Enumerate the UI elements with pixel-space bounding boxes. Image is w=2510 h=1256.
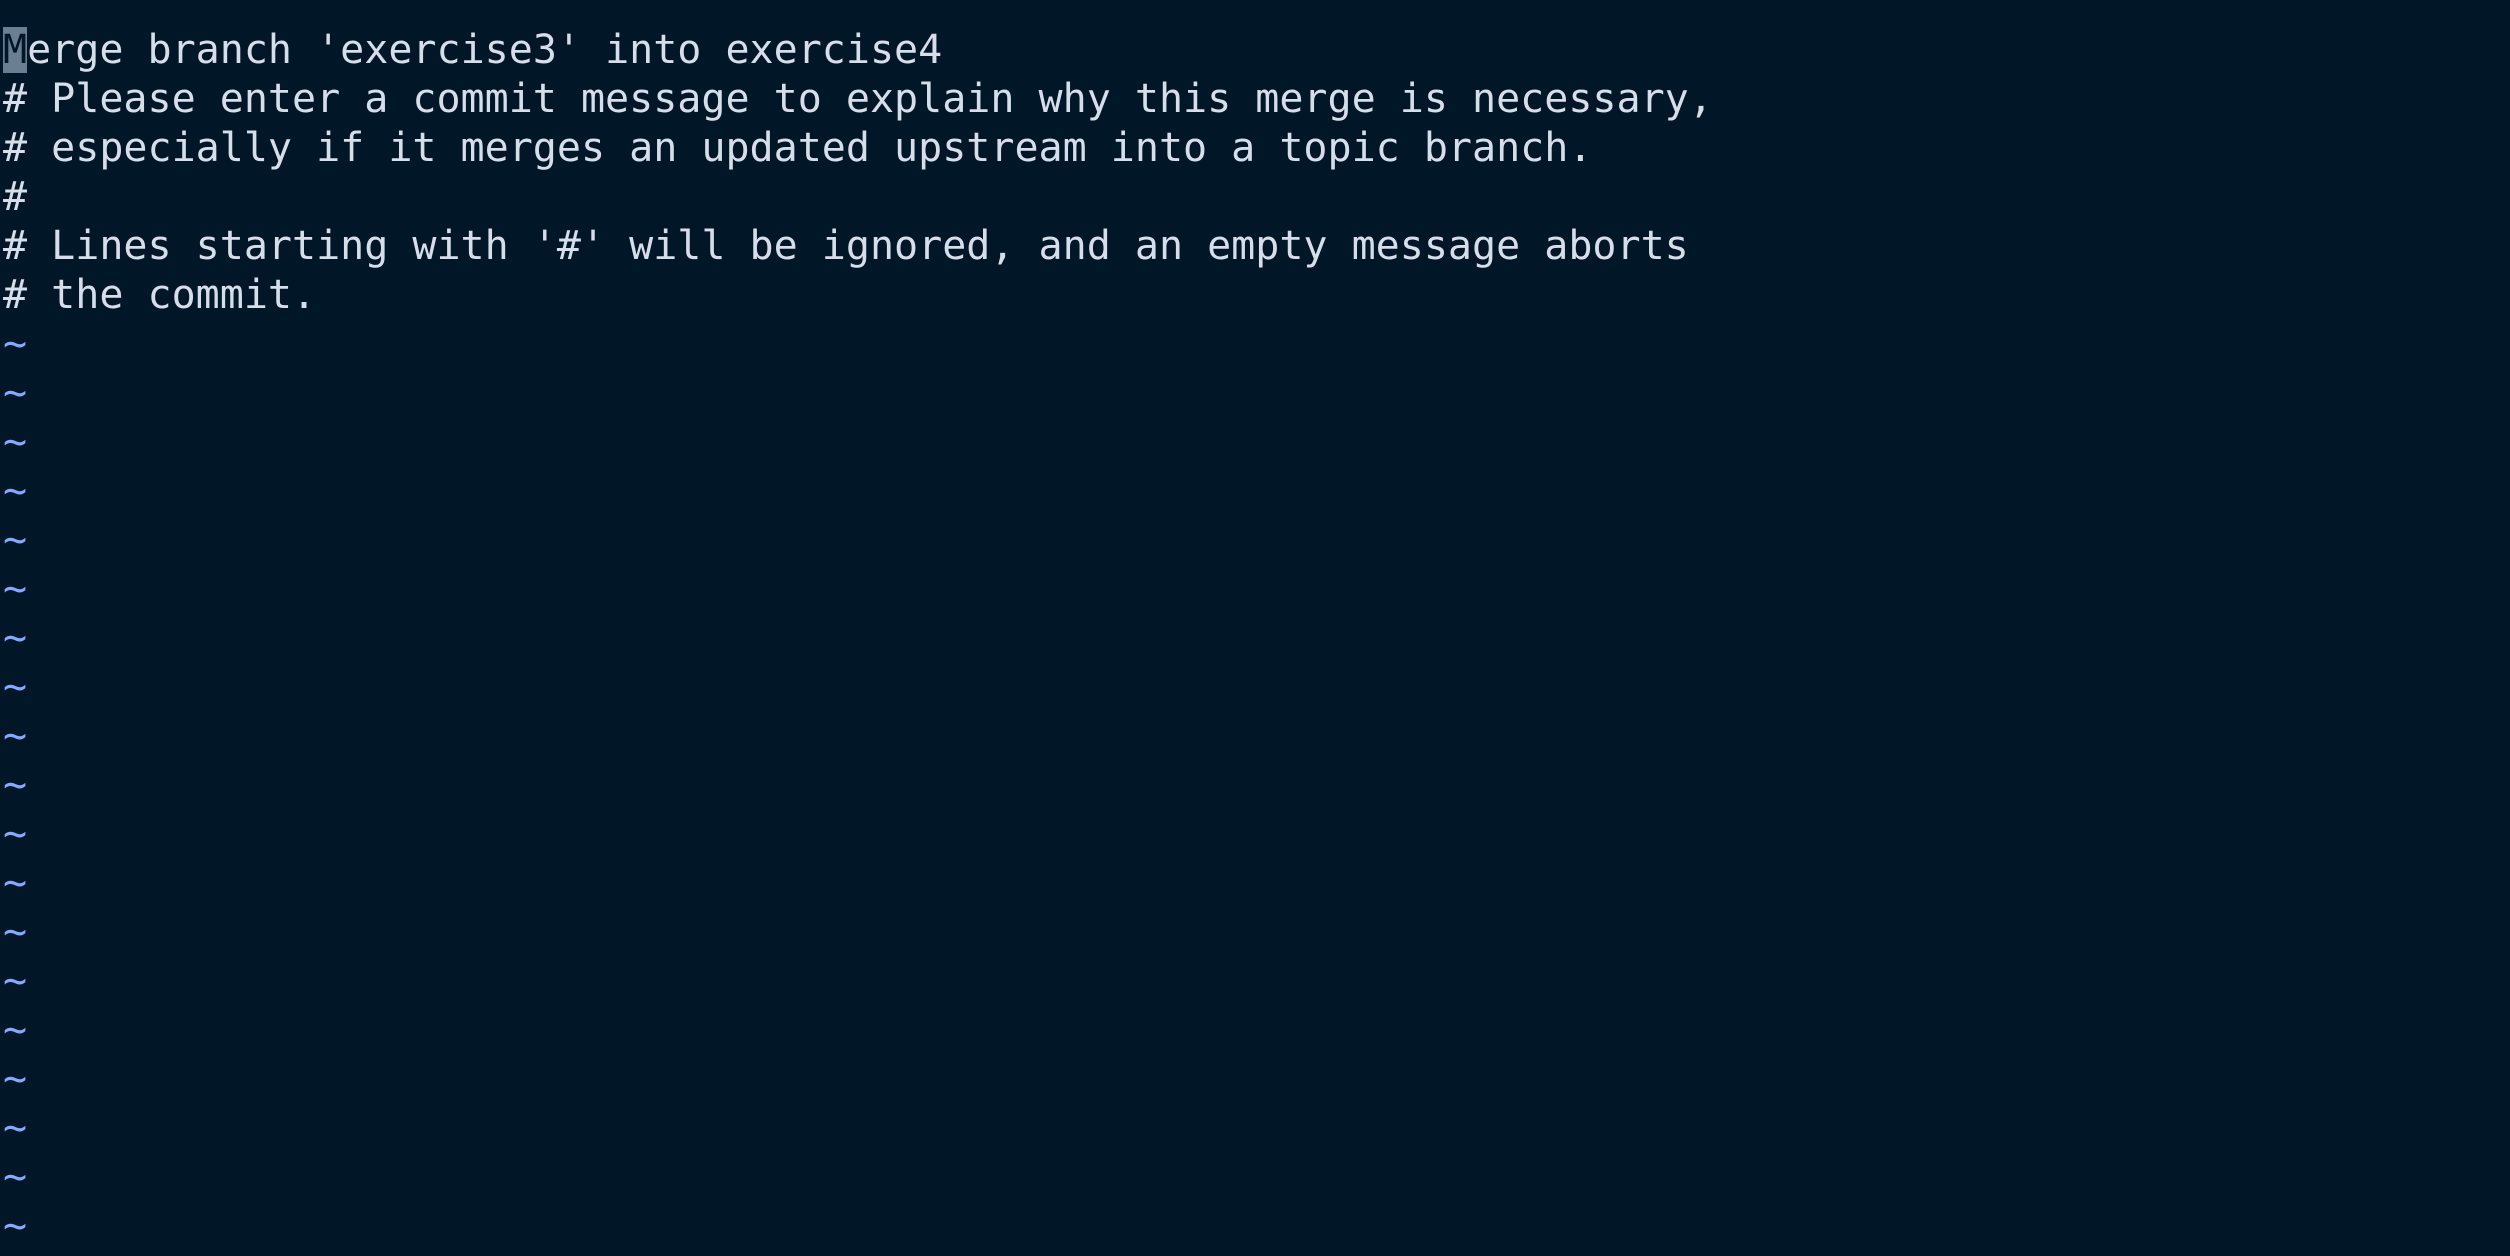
empty-line-marker: ~ <box>3 566 28 612</box>
comment-line: # especially if it merges an updated ups… <box>3 125 1593 171</box>
text-buffer[interactable]: Merge branch 'exercise3' into exercise4 … <box>3 26 1713 1251</box>
empty-line-marker: ~ <box>3 615 28 661</box>
comment-line: # <box>3 174 28 220</box>
empty-line-marker: ~ <box>3 958 28 1004</box>
empty-line-marker: ~ <box>3 909 28 955</box>
commit-message-line[interactable]: Merge branch 'exercise3' into exercise4 <box>3 26 1713 75</box>
commit-message-text: erge branch 'exercise3' into exercise4 <box>27 27 943 73</box>
empty-line-marker: ~ <box>3 1007 28 1053</box>
empty-line-marker: ~ <box>3 1105 28 1151</box>
empty-line-marker: ~ <box>3 468 28 514</box>
empty-line-marker: ~ <box>3 664 28 710</box>
empty-line-marker: ~ <box>3 713 28 759</box>
empty-line-marker: ~ <box>3 321 28 367</box>
vim-editor[interactable]: Merge branch 'exercise3' into exercise4 … <box>0 0 2510 1256</box>
cursor: M <box>3 27 28 73</box>
empty-line-marker: ~ <box>3 1203 28 1249</box>
empty-line-marker: ~ <box>3 1056 28 1102</box>
empty-line-marker: ~ <box>3 1154 28 1200</box>
empty-line-marker: ~ <box>3 370 28 416</box>
empty-line-marker: ~ <box>3 419 28 465</box>
empty-line-marker: ~ <box>3 762 28 808</box>
empty-line-marker: ~ <box>3 517 28 563</box>
empty-line-marker: ~ <box>3 860 28 906</box>
comment-line: # the commit. <box>3 272 317 318</box>
comment-line: # Please enter a commit message to expla… <box>3 76 1713 122</box>
comment-line: # Lines starting with '#' will be ignore… <box>3 223 1689 269</box>
empty-line-marker: ~ <box>3 811 28 857</box>
